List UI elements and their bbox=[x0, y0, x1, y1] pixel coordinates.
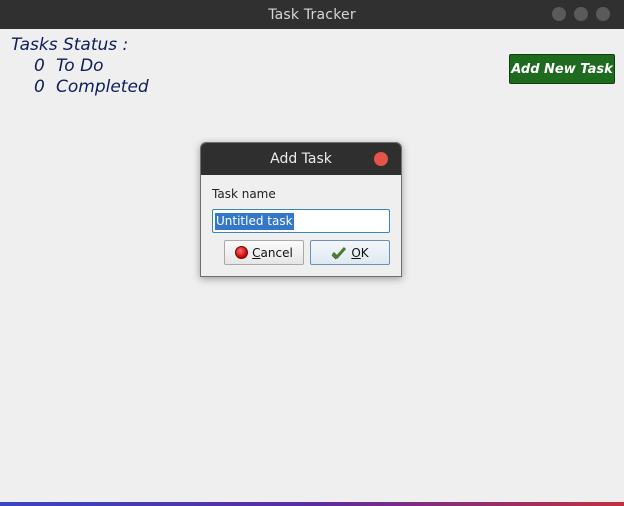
task-name-value: Untitled task bbox=[215, 212, 294, 230]
window-controls bbox=[552, 7, 610, 21]
status-heading: Tasks Status : bbox=[11, 35, 129, 55]
todo-row: 0 To Do bbox=[11, 56, 149, 77]
dialog-title: Add Task bbox=[270, 151, 332, 167]
cancel-button[interactable]: Cancel bbox=[224, 240, 304, 265]
todo-count: 0 bbox=[34, 56, 45, 76]
ok-button-label: OK bbox=[351, 245, 369, 260]
bottom-strip bbox=[0, 502, 624, 506]
todo-label: To Do bbox=[56, 56, 104, 76]
add-new-task-button[interactable]: Add New Task bbox=[509, 54, 615, 84]
dialog-button-row: Cancel OK bbox=[224, 240, 390, 265]
completed-count: 0 bbox=[34, 77, 45, 97]
completed-row: 0 Completed bbox=[11, 77, 149, 98]
dialog-titlebar: Add Task bbox=[201, 143, 401, 175]
window-title: Task Tracker bbox=[268, 6, 356, 23]
dialog-close-icon[interactable] bbox=[374, 152, 388, 166]
tasks-status-panel: Tasks Status : 0 To Do 0 Completed bbox=[11, 35, 149, 98]
minimize-icon[interactable] bbox=[552, 7, 566, 21]
maximize-icon[interactable] bbox=[574, 7, 588, 21]
app-titlebar: Task Tracker bbox=[0, 0, 624, 29]
completed-label: Completed bbox=[56, 77, 149, 97]
check-icon bbox=[331, 246, 347, 259]
add-task-dialog: Add Task Task name Untitled task Cancel … bbox=[200, 142, 402, 277]
close-window-icon[interactable] bbox=[596, 7, 610, 21]
task-name-input[interactable]: Untitled task bbox=[212, 209, 390, 233]
cancel-button-label: Cancel bbox=[252, 245, 293, 260]
dialog-body: Task name Untitled task Cancel OK bbox=[201, 175, 401, 265]
ok-button[interactable]: OK bbox=[310, 240, 390, 265]
stop-icon bbox=[235, 246, 249, 259]
task-name-label: Task name bbox=[212, 187, 276, 201]
